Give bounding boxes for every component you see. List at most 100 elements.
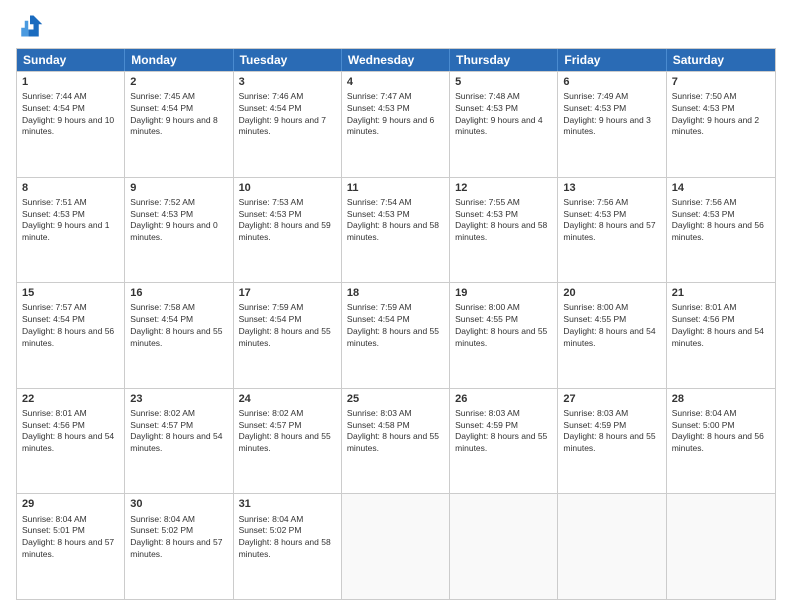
cell-info: Sunrise: 8:04 AMSunset: 5:02 PMDaylight:… xyxy=(130,514,222,559)
cal-cell: 2Sunrise: 7:45 AMSunset: 4:54 PMDaylight… xyxy=(125,72,233,177)
day-number: 19 xyxy=(455,286,552,300)
day-number: 9 xyxy=(130,181,227,195)
cell-info: Sunrise: 8:03 AMSunset: 4:58 PMDaylight:… xyxy=(347,408,439,453)
cal-cell: 20 Sunrise: 8:00 AMSunset: 4:55 PMDayligh… xyxy=(558,283,666,388)
day-number: 11 xyxy=(347,181,444,195)
day-number: 5 xyxy=(455,75,552,89)
day-number: 16 xyxy=(130,286,227,300)
cal-cell: 9Sunrise: 7:52 AMSunset: 4:53 PMDaylight… xyxy=(125,178,233,283)
day-number: 22 xyxy=(22,392,119,406)
cell-info: Sunrise: 7:51 AMSunset: 4:53 PMDaylight:… xyxy=(22,197,109,242)
cal-cell: 17Sunrise: 7:59 AMSunset: 4:54 PMDayligh… xyxy=(234,283,342,388)
day-number: 10 xyxy=(239,181,336,195)
cal-cell: 31 Sunrise: 8:04 AMSunset: 5:02 PMDayligh… xyxy=(234,494,342,599)
cell-info: Sunrise: 8:00 AMSunset: 4:55 PMDaylight:… xyxy=(563,302,655,347)
cell-info: Sunrise: 7:44 AMSunset: 4:54 PMDaylight:… xyxy=(22,91,114,136)
cal-header-wednesday: Wednesday xyxy=(342,49,450,71)
cell-info: Sunrise: 8:01 AMSunset: 4:56 PMDaylight:… xyxy=(672,302,764,347)
day-number: 23 xyxy=(130,392,227,406)
cell-info: Sunrise: 8:02 AMSunset: 4:57 PMDaylight:… xyxy=(239,408,331,453)
day-number: 27 xyxy=(563,392,660,406)
cell-info: Sunrise: 7:53 AMSunset: 4:53 PMDaylight:… xyxy=(239,197,331,242)
day-number: 18 xyxy=(347,286,444,300)
cal-week-2: 8 Sunrise: 7:51 AMSunset: 4:53 PMDaylight… xyxy=(17,177,775,283)
cell-info: Sunrise: 8:00 AMSunset: 4:55 PMDaylight:… xyxy=(455,302,547,347)
cal-header-friday: Friday xyxy=(558,49,666,71)
cal-header-sunday: Sunday xyxy=(17,49,125,71)
cell-info: Sunrise: 8:03 AMSunset: 4:59 PMDaylight:… xyxy=(563,408,655,453)
cal-cell: 5 Sunrise: 7:48 AMSunset: 4:53 PMDaylight… xyxy=(450,72,558,177)
cell-info: Sunrise: 7:59 AMSunset: 4:54 PMDaylight:… xyxy=(347,302,439,347)
cell-info: Sunrise: 8:04 AMSunset: 5:02 PMDaylight:… xyxy=(239,514,331,559)
cell-info: Sunrise: 7:47 AMSunset: 4:53 PMDaylight:… xyxy=(347,91,434,136)
cell-info: Sunrise: 7:54 AMSunset: 4:53 PMDaylight:… xyxy=(347,197,439,242)
cal-cell: 8 Sunrise: 7:51 AMSunset: 4:53 PMDaylight… xyxy=(17,178,125,283)
cal-cell: 21 Sunrise: 8:01 AMSunset: 4:56 PMDayligh… xyxy=(667,283,775,388)
day-number: 25 xyxy=(347,392,444,406)
calendar: SundayMondayTuesdayWednesdayThursdayFrid… xyxy=(16,48,776,600)
cell-info: Sunrise: 7:48 AMSunset: 4:53 PMDaylight:… xyxy=(455,91,542,136)
cal-cell: 27 Sunrise: 8:03 AMSunset: 4:59 PMDayligh… xyxy=(558,389,666,494)
cell-info: Sunrise: 7:56 AMSunset: 4:53 PMDaylight:… xyxy=(563,197,655,242)
cal-cell: 26 Sunrise: 8:03 AMSunset: 4:59 PMDayligh… xyxy=(450,389,558,494)
cal-cell: 4 Sunrise: 7:47 AMSunset: 4:53 PMDaylight… xyxy=(342,72,450,177)
cal-cell: 12 Sunrise: 7:55 AMSunset: 4:53 PMDayligh… xyxy=(450,178,558,283)
cell-info: Sunrise: 8:01 AMSunset: 4:56 PMDaylight:… xyxy=(22,408,114,453)
cal-week-3: 15 Sunrise: 7:57 AMSunset: 4:54 PMDayligh… xyxy=(17,282,775,388)
header xyxy=(16,12,776,40)
day-number: 12 xyxy=(455,181,552,195)
cal-cell: 13 Sunrise: 7:56 AMSunset: 4:53 PMDayligh… xyxy=(558,178,666,283)
day-number: 4 xyxy=(347,75,444,89)
day-number: 24 xyxy=(239,392,336,406)
logo xyxy=(16,12,48,40)
cell-info: Sunrise: 7:49 AMSunset: 4:53 PMDaylight:… xyxy=(563,91,650,136)
cal-cell: 28Sunrise: 8:04 AMSunset: 5:00 PMDayligh… xyxy=(667,389,775,494)
day-number: 21 xyxy=(672,286,770,300)
day-number: 14 xyxy=(672,181,770,195)
cal-cell: 1Sunrise: 7:44 AMSunset: 4:54 PMDaylight… xyxy=(17,72,125,177)
cell-info: Sunrise: 7:55 AMSunset: 4:53 PMDaylight:… xyxy=(455,197,547,242)
page: SundayMondayTuesdayWednesdayThursdayFrid… xyxy=(0,0,792,612)
cell-info: Sunrise: 8:04 AMSunset: 5:01 PMDaylight:… xyxy=(22,514,114,559)
day-number: 17 xyxy=(239,286,336,300)
day-number: 7 xyxy=(672,75,770,89)
cal-cell: 18 Sunrise: 7:59 AMSunset: 4:54 PMDayligh… xyxy=(342,283,450,388)
cal-cell: 19 Sunrise: 8:00 AMSunset: 4:55 PMDayligh… xyxy=(450,283,558,388)
day-number: 13 xyxy=(563,181,660,195)
cell-info: Sunrise: 8:04 AMSunset: 5:00 PMDaylight:… xyxy=(672,408,764,453)
cal-cell: 22 Sunrise: 8:01 AMSunset: 4:56 PMDayligh… xyxy=(17,389,125,494)
cal-cell: 30Sunrise: 8:04 AMSunset: 5:02 PMDayligh… xyxy=(125,494,233,599)
day-number: 8 xyxy=(22,181,119,195)
cell-info: Sunrise: 7:50 AMSunset: 4:53 PMDaylight:… xyxy=(672,91,759,136)
cal-cell xyxy=(342,494,450,599)
day-number: 2 xyxy=(130,75,227,89)
cal-cell: 6 Sunrise: 7:49 AMSunset: 4:53 PMDaylight… xyxy=(558,72,666,177)
cell-info: Sunrise: 7:58 AMSunset: 4:54 PMDaylight:… xyxy=(130,302,222,347)
calendar-body: 1Sunrise: 7:44 AMSunset: 4:54 PMDaylight… xyxy=(17,71,775,599)
day-number: 20 xyxy=(563,286,660,300)
cell-info: Sunrise: 7:56 AMSunset: 4:53 PMDaylight:… xyxy=(672,197,764,242)
cell-info: Sunrise: 7:46 AMSunset: 4:54 PMDaylight:… xyxy=(239,91,326,136)
cal-cell: 23 Sunrise: 8:02 AMSunset: 4:57 PMDayligh… xyxy=(125,389,233,494)
cell-info: Sunrise: 7:57 AMSunset: 4:54 PMDaylight:… xyxy=(22,302,114,347)
cal-cell: 29 Sunrise: 8:04 AMSunset: 5:01 PMDayligh… xyxy=(17,494,125,599)
cal-cell xyxy=(450,494,558,599)
calendar-header: SundayMondayTuesdayWednesdayThursdayFrid… xyxy=(17,49,775,71)
day-number: 31 xyxy=(239,497,336,511)
day-number: 29 xyxy=(22,497,119,511)
cal-week-1: 1Sunrise: 7:44 AMSunset: 4:54 PMDaylight… xyxy=(17,71,775,177)
cal-cell: 14 Sunrise: 7:56 AMSunset: 4:53 PMDayligh… xyxy=(667,178,775,283)
day-number: 6 xyxy=(563,75,660,89)
cal-cell: 7 Sunrise: 7:50 AMSunset: 4:53 PMDaylight… xyxy=(667,72,775,177)
cell-info: Sunrise: 8:02 AMSunset: 4:57 PMDaylight:… xyxy=(130,408,222,453)
day-number: 15 xyxy=(22,286,119,300)
cal-week-5: 29 Sunrise: 8:04 AMSunset: 5:01 PMDayligh… xyxy=(17,493,775,599)
cal-cell: 3 Sunrise: 7:46 AMSunset: 4:54 PMDaylight… xyxy=(234,72,342,177)
day-number: 26 xyxy=(455,392,552,406)
cal-cell xyxy=(558,494,666,599)
cell-info: Sunrise: 8:03 AMSunset: 4:59 PMDaylight:… xyxy=(455,408,547,453)
cal-header-monday: Monday xyxy=(125,49,233,71)
cal-cell: 10 Sunrise: 7:53 AMSunset: 4:53 PMDayligh… xyxy=(234,178,342,283)
day-number: 3 xyxy=(239,75,336,89)
logo-icon xyxy=(16,12,44,40)
